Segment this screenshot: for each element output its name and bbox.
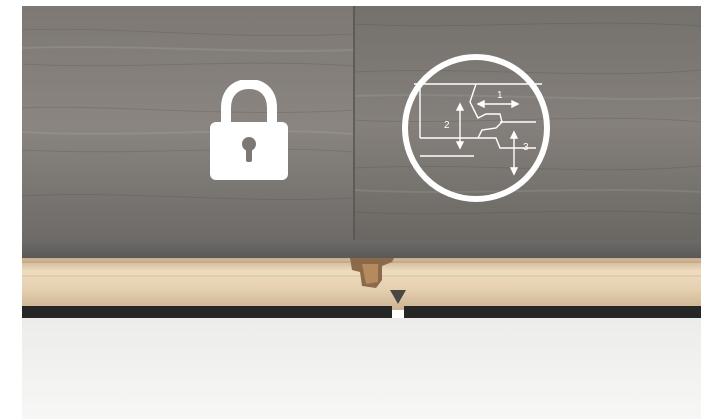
- label-1: 1: [497, 90, 503, 101]
- laminate-plank-photo: [0, 0, 709, 419]
- plank-edge: [22, 240, 701, 258]
- underlay-right: [404, 306, 701, 318]
- label-2: 2: [444, 120, 450, 131]
- joint-profile-diagram: 1 2 3: [400, 52, 552, 204]
- flooring-image: 1 2 3: [0, 0, 709, 419]
- underlay-left: [22, 306, 392, 318]
- label-3: 3: [523, 142, 529, 153]
- left-plank-surface: [22, 6, 354, 242]
- lock-icon: [206, 78, 292, 182]
- floor-surface: [22, 318, 701, 419]
- diagram-circle: [402, 54, 550, 202]
